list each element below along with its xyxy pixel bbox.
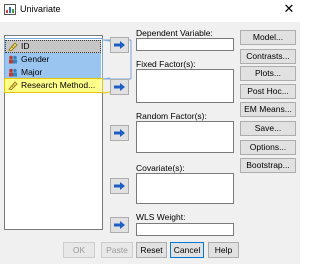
arrow-right-icon bbox=[114, 41, 125, 49]
wls-weight-label: WLS Weight: bbox=[136, 212, 186, 222]
nominal-people-icon bbox=[9, 68, 17, 77]
bootstrap-button[interactable]: Bootstrap... bbox=[240, 158, 296, 173]
move-to-fixed-factors-button[interactable] bbox=[110, 79, 129, 95]
fixed-factors-label: Fixed Factor(s): bbox=[136, 59, 196, 69]
random-factors-list[interactable] bbox=[136, 121, 234, 153]
variable-label: Gender bbox=[21, 54, 50, 64]
variable-item-gender[interactable]: Gender bbox=[5, 53, 101, 66]
arrow-right-icon bbox=[114, 83, 125, 91]
move-to-dependent-button[interactable] bbox=[110, 37, 129, 53]
options-button[interactable]: Options... bbox=[240, 140, 296, 155]
ruler-scale-icon bbox=[8, 42, 18, 51]
move-to-wls-weight-button[interactable] bbox=[110, 217, 129, 233]
reset-button[interactable]: Reset bbox=[136, 242, 167, 258]
help-button[interactable]: Help bbox=[208, 242, 239, 258]
cancel-button[interactable]: Cancel bbox=[170, 242, 204, 258]
model-button[interactable]: Model... bbox=[240, 30, 296, 45]
window-title: Univariate bbox=[20, 4, 61, 14]
ok-button[interactable]: OK bbox=[63, 242, 95, 258]
fixed-factors-list[interactable] bbox=[136, 69, 234, 103]
variable-label: Major bbox=[21, 67, 43, 77]
contrasts-button[interactable]: Contrasts... bbox=[240, 49, 296, 64]
variable-item-major[interactable]: Major bbox=[5, 66, 101, 79]
close-icon[interactable]: ✕ bbox=[282, 2, 296, 16]
move-to-covariates-button[interactable] bbox=[110, 178, 129, 194]
variable-label: ID bbox=[21, 41, 30, 51]
paste-button[interactable]: Paste bbox=[101, 242, 133, 258]
move-to-random-factors-button[interactable] bbox=[110, 125, 129, 141]
save-button[interactable]: Save... bbox=[240, 121, 296, 136]
random-factors-label: Random Factor(s): bbox=[136, 111, 207, 121]
variable-item-id[interactable]: ID bbox=[5, 40, 101, 53]
dependent-variable-label: Dependent Variable: bbox=[136, 28, 213, 38]
plots-button[interactable]: Plots... bbox=[240, 66, 296, 81]
title-bar: Univariate ✕ bbox=[0, 0, 300, 22]
app-icon bbox=[4, 4, 16, 15]
variable-label: Research Method... bbox=[21, 80, 96, 90]
dependent-variable-field[interactable] bbox=[136, 38, 234, 51]
covariates-label: Covariate(s): bbox=[136, 163, 185, 173]
nominal-people-icon bbox=[9, 55, 17, 64]
ruler-scale-icon bbox=[8, 81, 18, 90]
variable-item-research-method[interactable]: Research Method... bbox=[5, 79, 101, 92]
post-hoc-button[interactable]: Post Hoc... bbox=[240, 84, 296, 99]
arrow-right-icon bbox=[114, 182, 125, 190]
arrow-right-icon bbox=[114, 129, 125, 137]
wls-weight-field[interactable] bbox=[136, 223, 234, 236]
covariates-list[interactable] bbox=[136, 173, 234, 204]
em-means-button[interactable]: EM Means... bbox=[240, 102, 296, 117]
arrow-right-icon bbox=[114, 221, 125, 229]
